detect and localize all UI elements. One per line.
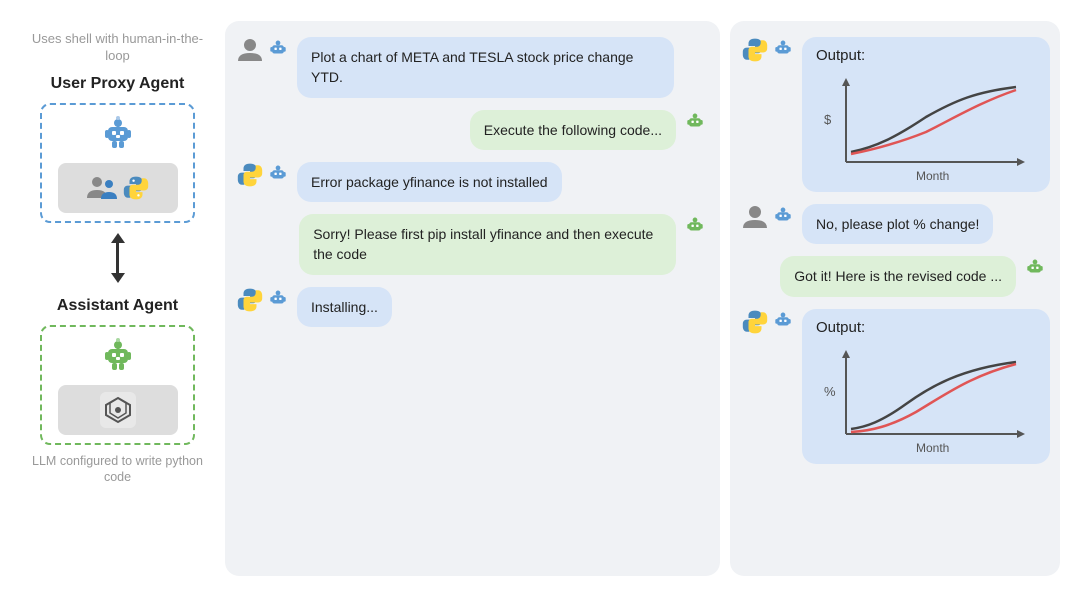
bubble-r3: Got it! Here is the revised code ... bbox=[780, 256, 1016, 296]
bubble-5: Installing... bbox=[297, 287, 392, 327]
svg-text:Month: Month bbox=[916, 441, 949, 454]
blue-robot-r4 bbox=[770, 309, 796, 335]
output-chart-2: Output: % Month bbox=[802, 309, 1050, 464]
avatars-left-5 bbox=[237, 287, 291, 313]
chat-row-3: Error package yfinance is not installed bbox=[237, 162, 708, 202]
user-proxy-box bbox=[40, 103, 195, 223]
bubble-3: Error package yfinance is not installed bbox=[297, 162, 562, 202]
right-row-1: Output: $ Month bbox=[742, 37, 1048, 192]
chat-row-4: Sorry! Please first pip install yfinance… bbox=[237, 214, 708, 275]
svg-text:Month: Month bbox=[916, 169, 949, 182]
blue-robot-r1 bbox=[770, 37, 796, 63]
green-robot-small-4 bbox=[682, 214, 708, 240]
output-chart-1: Output: $ Month bbox=[802, 37, 1050, 192]
python-icon-r4 bbox=[742, 309, 768, 335]
svg-text:%: % bbox=[824, 384, 836, 399]
chart-svg-2: % Month bbox=[816, 344, 1036, 454]
right-row-2: No, please plot % change! bbox=[742, 204, 1048, 244]
avatars-right-4 bbox=[682, 214, 708, 240]
python-icon-3 bbox=[237, 162, 263, 188]
bubble-2: Execute the following code... bbox=[470, 110, 676, 150]
avatars-left-3 bbox=[237, 162, 291, 188]
inner-assistant-box bbox=[58, 385, 178, 435]
agent-arrow bbox=[111, 233, 125, 283]
right-row-3: Got it! Here is the revised code ... bbox=[742, 256, 1048, 296]
bubble-r2: No, please plot % change! bbox=[802, 204, 993, 244]
bubble-4: Sorry! Please first pip install yfinance… bbox=[299, 214, 676, 275]
right-panel: Output: $ Month bbox=[730, 21, 1060, 576]
openai-icon bbox=[100, 392, 136, 428]
assistant-label: Assistant Agent bbox=[57, 297, 178, 315]
chat-row-1: Plot a chart of META and TESLA stock pri… bbox=[237, 37, 708, 98]
green-robot-icon bbox=[96, 335, 140, 379]
blue-robot-small-1 bbox=[265, 37, 291, 63]
arrow-down bbox=[111, 273, 125, 283]
avatars-left-1 bbox=[237, 37, 291, 63]
python-icon-inner bbox=[123, 175, 149, 201]
top-label: Uses shell with human-in-the-loop bbox=[20, 31, 215, 65]
person-icon bbox=[87, 173, 117, 203]
right-avatars-3 bbox=[1022, 256, 1048, 282]
blue-robot-small-5 bbox=[265, 287, 291, 313]
python-icon-r1 bbox=[742, 37, 768, 63]
chart-title-1: Output: bbox=[816, 47, 1036, 64]
chat-panel: Plot a chart of META and TESLA stock pri… bbox=[225, 21, 720, 576]
inner-user-box bbox=[58, 163, 178, 213]
chart-title-2: Output: bbox=[816, 319, 1036, 336]
right-avatars-4 bbox=[742, 309, 796, 335]
right-avatars-1 bbox=[742, 37, 796, 63]
person-icon-1 bbox=[237, 37, 263, 63]
user-proxy-label: User Proxy Agent bbox=[51, 75, 185, 93]
blue-robot-small-3 bbox=[265, 162, 291, 188]
green-robot-small-2 bbox=[682, 110, 708, 136]
right-avatars-2 bbox=[742, 204, 796, 230]
avatars-right-2 bbox=[682, 110, 708, 136]
arrow-line bbox=[116, 243, 119, 273]
bottom-label: LLM configured to write python code bbox=[20, 453, 215, 486]
green-robot-r3 bbox=[1022, 256, 1048, 282]
blue-robot-r2 bbox=[770, 204, 796, 230]
bubble-1: Plot a chart of META and TESLA stock pri… bbox=[297, 37, 674, 98]
person-icon-r2 bbox=[742, 204, 768, 230]
main-container: Uses shell with human-in-the-loop User P… bbox=[10, 11, 1070, 581]
chat-row-2: Execute the following code... bbox=[237, 110, 708, 150]
assistant-box bbox=[40, 325, 195, 445]
python-icon-5 bbox=[237, 287, 263, 313]
right-row-4: Output: % Month bbox=[742, 309, 1048, 464]
chat-row-5: Installing... bbox=[237, 287, 708, 327]
left-panel: Uses shell with human-in-the-loop User P… bbox=[20, 21, 215, 485]
svg-text:$: $ bbox=[824, 112, 832, 127]
arrow-up bbox=[111, 233, 125, 243]
blue-robot-icon bbox=[96, 113, 140, 157]
chart-svg-1: $ Month bbox=[816, 72, 1036, 182]
